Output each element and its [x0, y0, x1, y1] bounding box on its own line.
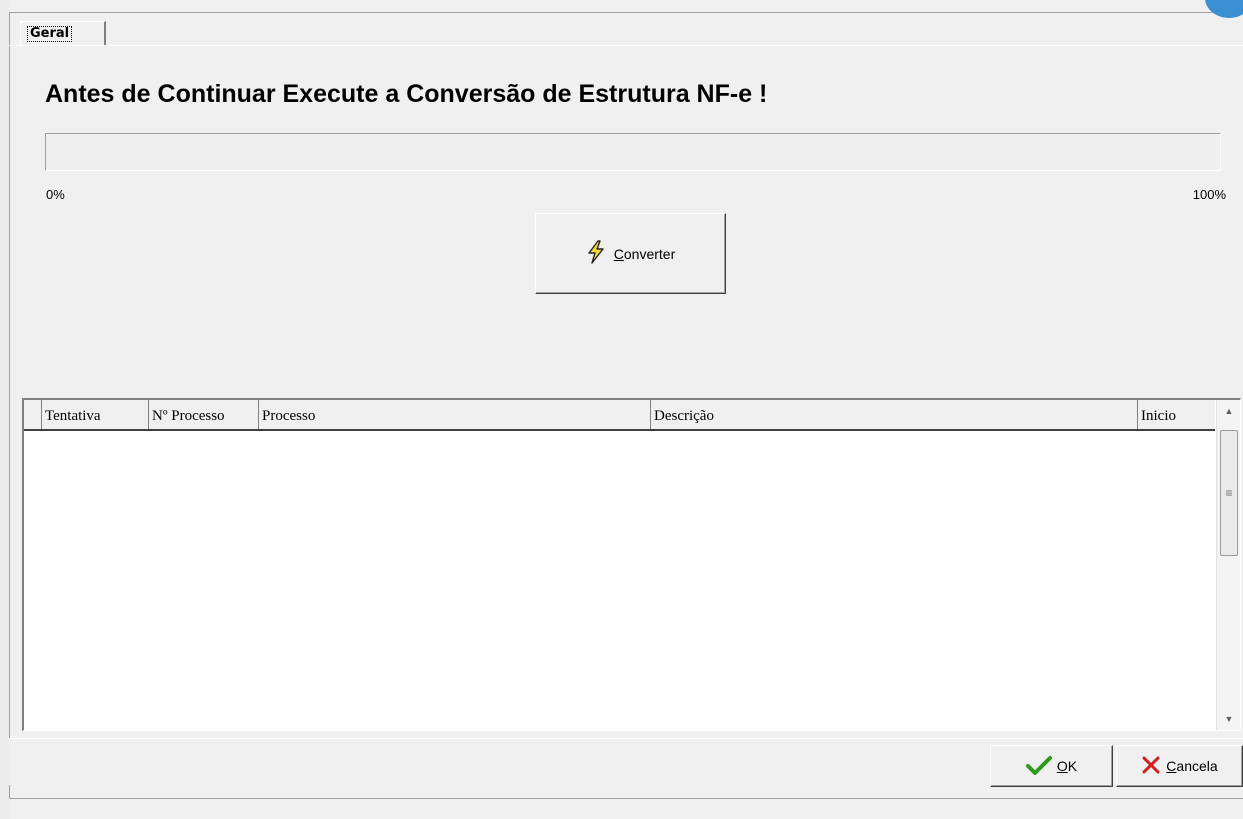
status-bar [9, 798, 1243, 819]
progress-min-label: 0% [46, 187, 65, 202]
corner-decoration [1205, 0, 1243, 18]
table-vertical-scrollbar[interactable]: ▲ ≡ ▼ [1216, 400, 1240, 730]
scroll-down-arrow-icon[interactable]: ▼ [1217, 708, 1241, 730]
tab-panel-border [9, 45, 1243, 46]
progress-max-label: 100% [1192, 187, 1226, 202]
tab-geral[interactable]: Geral [20, 21, 106, 46]
window-top-edge [9, 0, 1243, 13]
column-header-tentativa[interactable]: Tentativa [42, 400, 149, 429]
page-title: Antes de Continuar Execute a Conversão d… [45, 80, 768, 108]
row-indicator-header [24, 400, 42, 429]
column-header-descricao[interactable]: Descrição [651, 400, 1138, 429]
process-table[interactable]: Tentativa Nº Processo Processo Descrição… [22, 398, 1241, 731]
close-icon [1141, 755, 1161, 778]
ok-button-label: OK [1056, 758, 1078, 774]
lightning-icon [586, 240, 606, 267]
window-left-edge [0, 0, 10, 819]
column-header-inicio[interactable]: Inicio [1138, 400, 1215, 429]
convert-button[interactable]: Converter [535, 213, 726, 294]
column-header-processo[interactable]: Processo [259, 400, 651, 429]
scroll-thumb[interactable]: ≡ [1220, 430, 1238, 556]
table-header: Tentativa Nº Processo Processo Descrição… [24, 400, 1215, 431]
cancel-button-label: Cancela [1166, 758, 1218, 774]
column-header-numero-processo[interactable]: Nº Processo [149, 400, 259, 429]
tab-geral-label: Geral [27, 26, 73, 42]
ok-button[interactable]: OK [990, 745, 1113, 787]
convert-button-label: Converter [613, 245, 676, 262]
conversion-progress-bar [45, 133, 1221, 171]
grip-icon: ≡ [1225, 486, 1233, 500]
cancel-button[interactable]: Cancela [1116, 745, 1243, 787]
scroll-up-arrow-icon[interactable]: ▲ [1217, 400, 1241, 422]
checkmark-icon [1025, 755, 1052, 778]
